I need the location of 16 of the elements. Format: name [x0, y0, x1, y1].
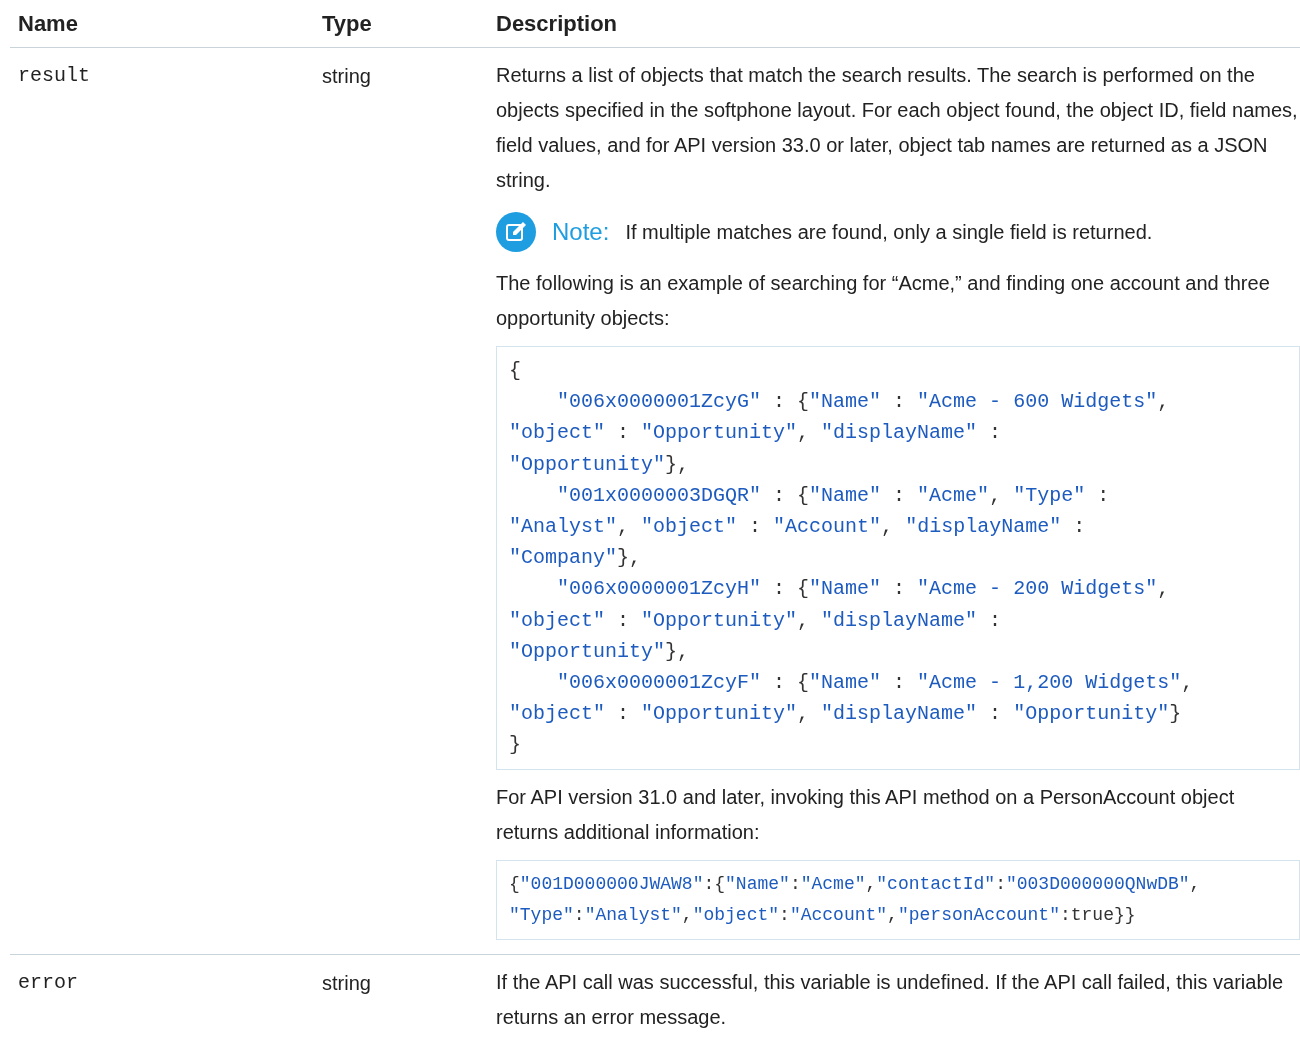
field-type: string [322, 971, 371, 994]
field-type: string [322, 65, 371, 87]
code-block: { "006x0000001ZcyG" : {"Name" : "Acme - 600 Widgets", "object" : "Opportunity", "displayName" : "Opportunity"}, "001x0000003DGQR" : {"Name" : "Acme", "Type" : "Analyst", "object" : "Account", "displayName" : "Company"}, "006x0000001ZcyH" : {"Name" : "Acme - 200 Widgets", "object" : "Opportunity", "displayName" : "Opportunity"}, "006x0000001ZcyF" : {"Name" : "Acme - 1,200 Widgets", "object" : "Opportunity", "displayName" : "Opportunity"} } [496, 346, 1300, 770]
field-name: result [18, 64, 90, 87]
note-text: If multiple matches are found, only a single field is returned. [625, 220, 1153, 245]
description-text: If the API call was successful, this variable is undefined. If the API call failed, this variable returns an error message. [496, 969, 1285, 1030]
column-header: Description [495, 10, 619, 38]
column-header: Type [321, 10, 373, 38]
field-name: error [18, 970, 78, 994]
code-block: {"001D000000JWAW8":{"Name":"Acme","contactId":"003D000000QNwDB", "Type":"Analyst","object":"Account","personAccount":true}} [496, 859, 1300, 940]
description-text: The following is an example of searching for “Acme,” and finding one account and three opportunity objects: [496, 271, 1271, 331]
description-text: For API version 31.0 and later, invoking this API method on a PersonAccount object returns additional information: [496, 784, 1236, 845]
column-header: Name [17, 10, 79, 38]
description-text: Returns a list of objects that match the search results. The search is performed on the objects specified in the softphone layout. For each object found, the object ID, field names, field values, and for API version 33.0 or later, object tab names are returned as a JSON string. [496, 63, 1299, 193]
note-label: Note: [552, 217, 610, 247]
edit-note-icon [496, 212, 536, 252]
